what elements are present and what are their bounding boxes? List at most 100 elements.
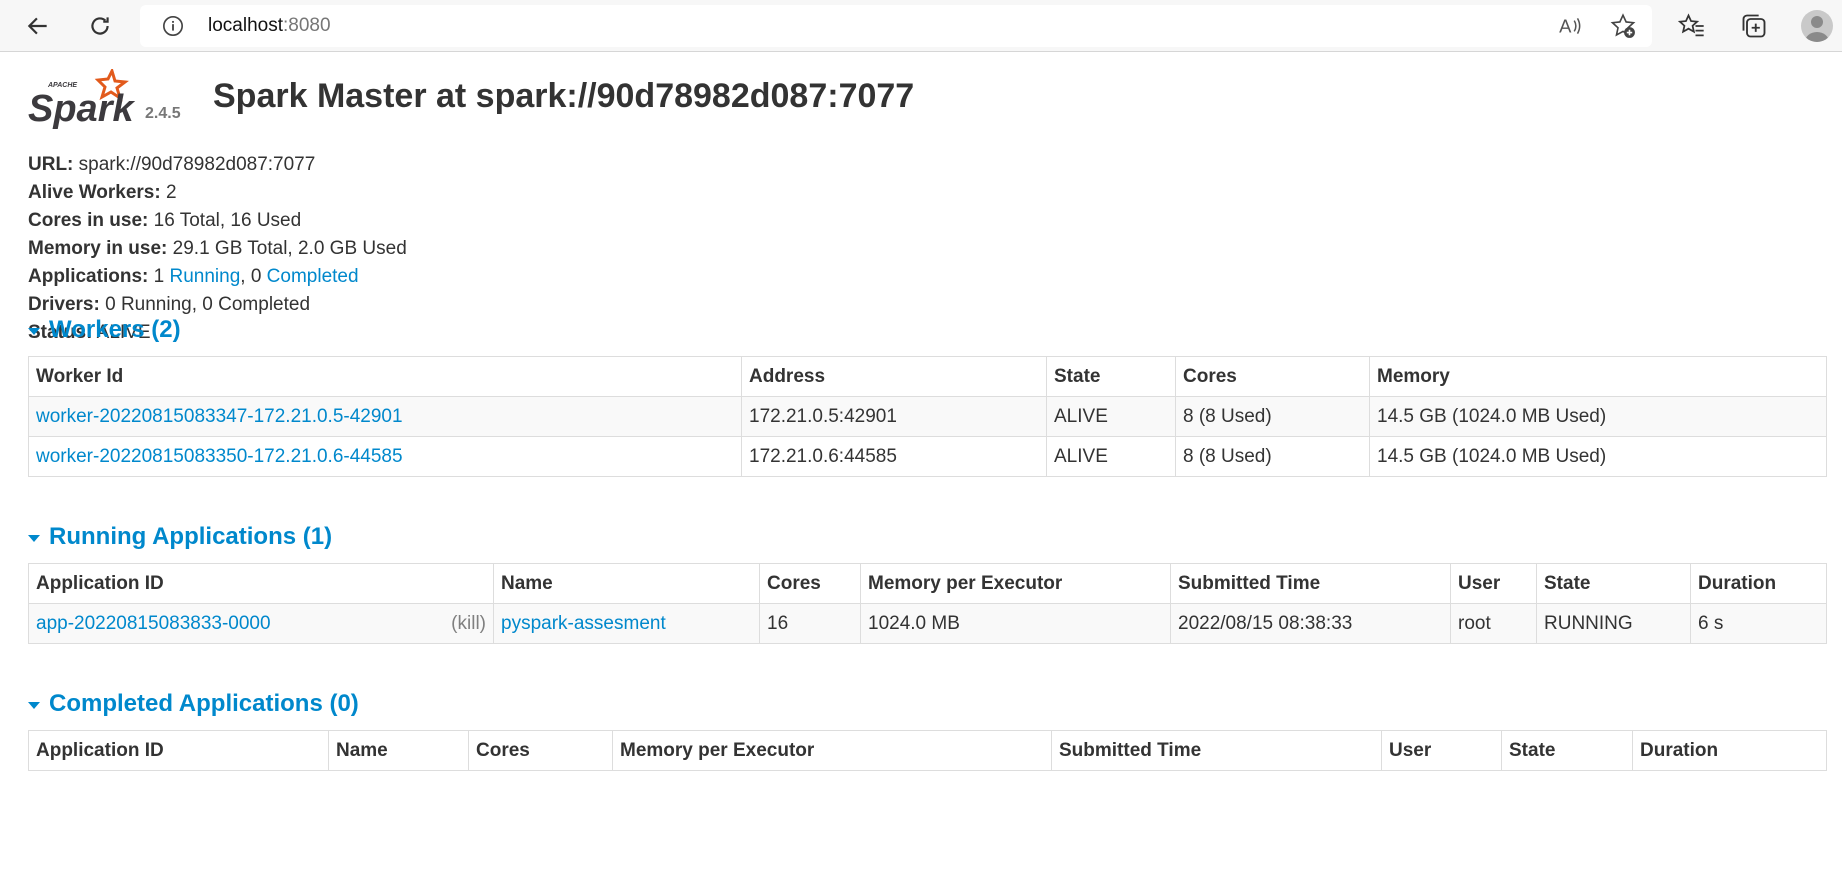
- running-apps-table: Application ID Name Cores Memory per Exe…: [28, 563, 1827, 644]
- section-heading: Workers (2): [49, 316, 181, 343]
- summary-value: 1: [153, 266, 165, 287]
- profile-avatar[interactable]: [1801, 10, 1833, 42]
- summary-value: 29.1 GB Total, 2.0 GB Used: [172, 238, 407, 259]
- section-heading: Completed Applications (0): [49, 690, 359, 717]
- summary-value: 16 Total, 16 Used: [153, 210, 302, 231]
- user-cell: root: [1450, 603, 1537, 644]
- app-name-link[interactable]: pyspark-assesment: [501, 613, 666, 634]
- url-text[interactable]: localhost:8080: [208, 15, 331, 37]
- summary-value: 0 Running, 0 Completed: [105, 294, 311, 315]
- workers-section-toggle[interactable]: Workers (2): [28, 316, 181, 344]
- person-icon: [1805, 16, 1829, 42]
- table-header-row: Application ID Name Cores Memory per Exe…: [28, 563, 1827, 604]
- completed-apps-section-toggle[interactable]: Completed Applications (0): [28, 690, 359, 718]
- page-title: Spark Master at spark://90d78982d087:707…: [213, 77, 915, 115]
- running-apps-link[interactable]: Running: [169, 266, 240, 287]
- refresh-button[interactable]: [82, 8, 118, 44]
- cores-cell: 16: [759, 603, 861, 644]
- summary-value: 2: [165, 182, 177, 203]
- worker-id-cell: worker-20220815083350-172.21.0.6-44585: [28, 436, 742, 477]
- duration-cell: 6 s: [1690, 603, 1827, 644]
- summary-drivers: Drivers: 0 Running, 0 Completed: [28, 291, 407, 319]
- summary-memory: Memory in use: 29.1 GB Total, 2.0 GB Use…: [28, 235, 407, 263]
- column-header[interactable]: Worker Id: [28, 356, 742, 397]
- worker-id-cell: worker-20220815083347-172.21.0.5-42901: [28, 396, 742, 437]
- running-apps-section-toggle[interactable]: Running Applications (1): [28, 523, 332, 551]
- collapse-arrow-icon: [28, 534, 40, 542]
- column-header[interactable]: Name: [328, 730, 469, 771]
- column-header[interactable]: Duration: [1632, 730, 1827, 771]
- column-header[interactable]: Memory per Executor: [860, 563, 1171, 604]
- column-header[interactable]: Memory per Executor: [612, 730, 1052, 771]
- summary-label: Alive Workers:: [28, 182, 161, 203]
- table-header-row: Worker Id Address State Cores Memory: [28, 356, 1827, 397]
- summary-value: , 0: [240, 266, 262, 287]
- svg-text:Spark: Spark: [28, 88, 135, 130]
- column-header[interactable]: Cores: [468, 730, 613, 771]
- worker-link[interactable]: worker-20220815083347-172.21.0.5-42901: [36, 406, 403, 427]
- collapse-arrow-icon: [28, 327, 40, 335]
- column-header[interactable]: User: [1381, 730, 1502, 771]
- summary-alive-workers: Alive Workers: 2: [28, 179, 407, 207]
- memory-cell: 14.5 GB (1024.0 MB Used): [1369, 396, 1827, 437]
- submitted-time-cell: 2022/08/15 08:38:33: [1170, 603, 1451, 644]
- table-row: worker-20220815083350-172.21.0.6-44585 1…: [28, 436, 1827, 477]
- memory-cell: 14.5 GB (1024.0 MB Used): [1369, 436, 1827, 477]
- summary-label: Applications:: [28, 266, 149, 287]
- cores-cell: 8 (8 Used): [1175, 436, 1370, 477]
- section-heading: Running Applications (1): [49, 523, 333, 550]
- summary-label: Drivers:: [28, 294, 100, 315]
- kill-app-link[interactable]: (kill): [451, 613, 486, 635]
- column-header[interactable]: Cores: [1175, 356, 1370, 397]
- summary-value: spark://90d78982d087:7077: [78, 154, 316, 175]
- column-header[interactable]: Memory: [1369, 356, 1827, 397]
- back-button[interactable]: [20, 8, 56, 44]
- column-header[interactable]: Duration: [1690, 563, 1827, 604]
- memory-cell: 1024.0 MB: [860, 603, 1171, 644]
- column-header[interactable]: Submitted Time: [1170, 563, 1451, 604]
- app-id-cell: app-20220815083833-0000 (kill): [28, 603, 494, 644]
- column-header[interactable]: Application ID: [28, 730, 329, 771]
- collections-icon[interactable]: [1740, 12, 1768, 40]
- url-port: :8080: [283, 15, 331, 36]
- read-aloud-icon[interactable]: A: [1558, 13, 1584, 39]
- spark-version: 2.4.5: [145, 105, 181, 122]
- info-icon[interactable]: [162, 15, 184, 37]
- favorites-icon[interactable]: [1678, 12, 1706, 40]
- collapse-arrow-icon: [28, 701, 40, 709]
- cores-cell: 8 (8 Used): [1175, 396, 1370, 437]
- table-row: app-20220815083833-0000 (kill) pyspark-as…: [28, 603, 1827, 644]
- table-header-row: Application ID Name Cores Memory per Exe…: [28, 730, 1827, 771]
- address-cell: 172.21.0.6:44585: [741, 436, 1047, 477]
- column-header[interactable]: User: [1450, 563, 1537, 604]
- svg-text:A: A: [1559, 16, 1572, 37]
- state-cell: ALIVE: [1046, 436, 1176, 477]
- summary-applications: Applications: 1 Running, 0 Completed: [28, 263, 407, 291]
- summary-label: Cores in use:: [28, 210, 149, 231]
- summary-label: Memory in use:: [28, 238, 168, 259]
- add-favorite-icon[interactable]: [1610, 13, 1636, 39]
- state-cell: RUNNING: [1536, 603, 1691, 644]
- column-header[interactable]: State: [1536, 563, 1691, 604]
- workers-table: Worker Id Address State Cores Memory wor…: [28, 356, 1827, 477]
- summary-cores: Cores in use: 16 Total, 16 Used: [28, 207, 407, 235]
- column-header[interactable]: Name: [493, 563, 760, 604]
- spark-master-page: APACHE Spark 2.4.5 Spark Master at spark…: [0, 53, 1842, 883]
- column-header[interactable]: Submitted Time: [1051, 730, 1382, 771]
- worker-link[interactable]: worker-20220815083350-172.21.0.6-44585: [36, 446, 403, 467]
- column-header[interactable]: State: [1046, 356, 1176, 397]
- column-header[interactable]: State: [1501, 730, 1633, 771]
- column-header[interactable]: Address: [741, 356, 1047, 397]
- address-bar[interactable]: localhost:8080 A: [140, 5, 1652, 47]
- browser-toolbar: localhost:8080 A: [0, 0, 1842, 52]
- spark-logo-icon: APACHE Spark: [28, 69, 135, 130]
- app-name-cell: pyspark-assesment: [493, 603, 760, 644]
- completed-apps-link[interactable]: Completed: [267, 266, 359, 287]
- column-header[interactable]: Cores: [759, 563, 861, 604]
- completed-apps-table: Application ID Name Cores Memory per Exe…: [28, 730, 1827, 771]
- address-cell: 172.21.0.5:42901: [741, 396, 1047, 437]
- app-id-link[interactable]: app-20220815083833-0000: [36, 613, 271, 634]
- state-cell: ALIVE: [1046, 396, 1176, 437]
- back-arrow-icon: [27, 17, 47, 35]
- column-header[interactable]: Application ID: [28, 563, 494, 604]
